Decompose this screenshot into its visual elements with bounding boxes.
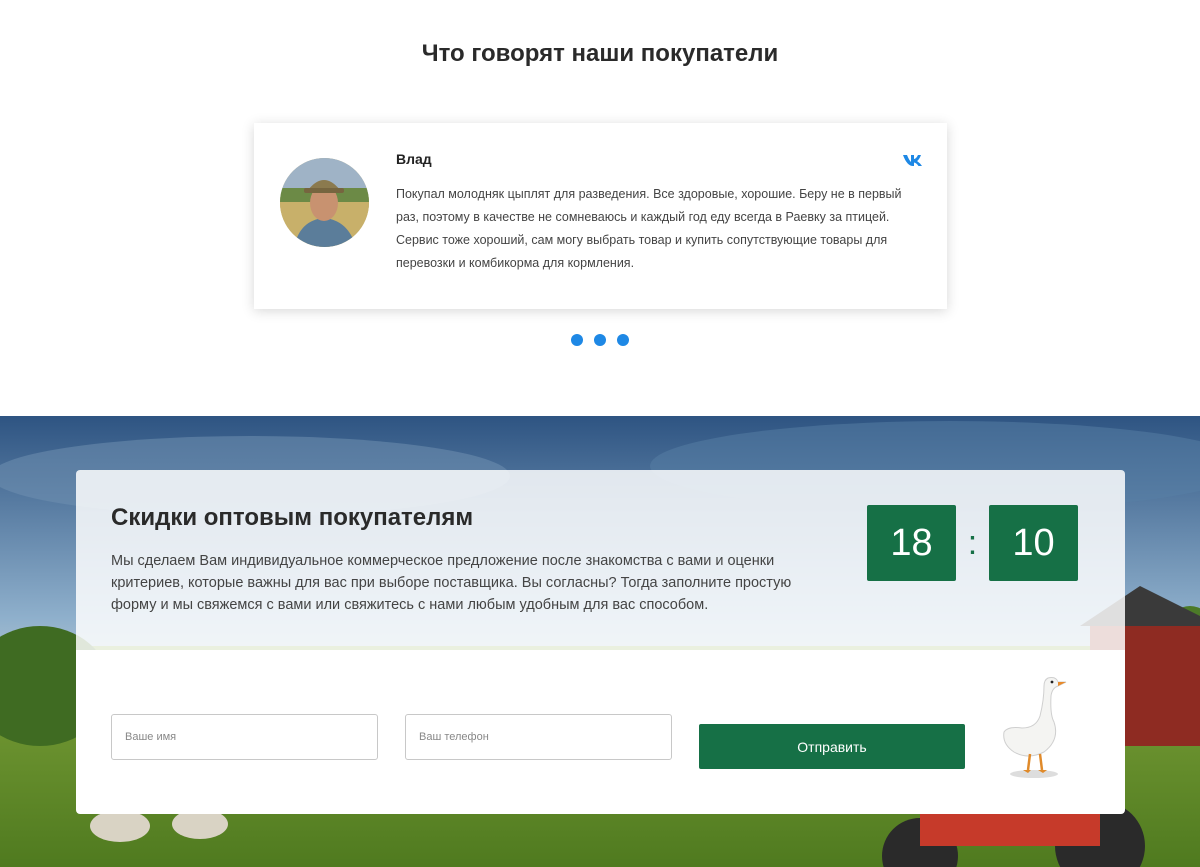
reviews-title: Что говорят наши покупатели — [421, 40, 779, 67]
phone-input[interactable] — [405, 714, 672, 760]
promo-title: Скидки оптовым покупателям — [111, 504, 474, 531]
promo-description: Мы сделаем Вам индивидуальное коммерческ… — [111, 553, 792, 613]
goose-image — [1003, 677, 1067, 778]
promo-card: Скидки оптовым покупателям Мы сделаем Ва… — [76, 470, 1125, 814]
name-input[interactable] — [111, 714, 378, 760]
avatar-photo — [280, 158, 369, 247]
timer-hours: 18 — [867, 505, 956, 581]
contact-form: Отправить — [76, 650, 1125, 814]
review-text: Покупал молодняк цыплят для разведения. … — [396, 187, 902, 270]
promo-header-panel: Скидки оптовым покупателям Мы сделаем Ва… — [76, 470, 1125, 650]
review-card: Влад Покупал молодняк цыплят для разведе… — [254, 123, 947, 309]
slider-dot[interactable] — [571, 334, 583, 346]
reviews-section: Что говорят наши покупатели Влад Покупал… — [0, 0, 1200, 416]
timer-separator: : — [967, 523, 978, 562]
slider-dots — [0, 334, 1200, 346]
submit-button[interactable]: Отправить — [699, 724, 965, 769]
wholesale-promo-section: Скидки оптовым покупателям Мы сделаем Ва… — [0, 416, 1200, 867]
slider-dot[interactable] — [617, 334, 629, 346]
timer-minutes: 10 — [989, 505, 1078, 581]
reviewer-name: Влад — [396, 151, 432, 167]
vk-icon[interactable] — [902, 153, 924, 167]
avatar — [280, 158, 369, 247]
slider-dot[interactable] — [594, 334, 606, 346]
